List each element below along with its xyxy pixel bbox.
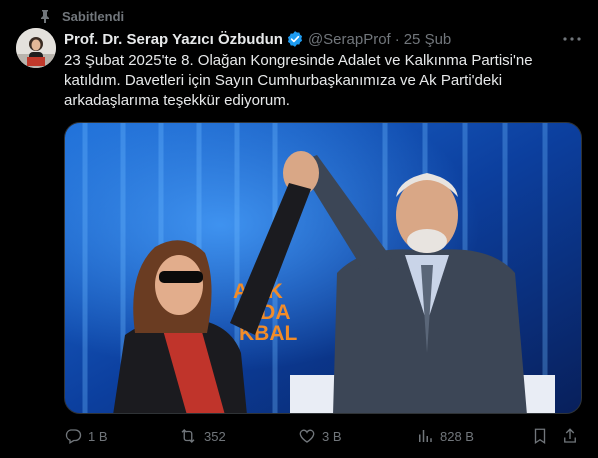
tweet-text: 23 Şubat 2025'te 8. Olağan Kongresinde A…	[64, 52, 533, 109]
reply-count: 1 B	[88, 428, 108, 444]
views-button[interactable]: 828 B	[416, 424, 474, 448]
share-icon	[564, 428, 576, 443]
retweet-count: 352	[204, 428, 226, 444]
tweet-header: Prof. Dr. Serap Yazıcı Özbudun @SerapPro…	[64, 29, 582, 49]
bookmark-icon	[534, 428, 546, 445]
pinned-label: Sabitlendi	[62, 8, 125, 24]
tweet-action-bar: 1 B 352 3 B 828 B	[64, 424, 582, 448]
reply-button[interactable]: 1 B	[64, 424, 108, 448]
views-icon	[419, 430, 432, 442]
retweet-button[interactable]: 352	[178, 424, 226, 448]
tweet-photo[interactable]: A AK NDA KBAL	[64, 122, 582, 414]
retweet-icon	[181, 429, 195, 443]
avatar[interactable]	[16, 28, 56, 68]
bookmark-button[interactable]	[532, 424, 548, 448]
like-count: 3 B	[322, 428, 342, 444]
author-handle[interactable]: @SerapProf	[308, 31, 391, 48]
author-display-name[interactable]: Prof. Dr. Serap Yazıcı Özbudun	[64, 31, 283, 48]
verified-badge-icon	[286, 30, 304, 48]
like-button[interactable]: 3 B	[298, 424, 342, 448]
views-count: 828 B	[440, 428, 474, 444]
share-button[interactable]	[562, 424, 578, 448]
more-options-button[interactable]	[562, 29, 582, 49]
reply-icon	[65, 429, 82, 444]
separator-dot: ·	[394, 30, 400, 48]
pinned-indicator: Sabitlendi	[38, 8, 124, 24]
heart-icon	[299, 429, 315, 443]
pin-icon	[38, 9, 52, 23]
tweet-date[interactable]: 25 Şub	[404, 31, 452, 48]
more-icon	[563, 37, 581, 41]
